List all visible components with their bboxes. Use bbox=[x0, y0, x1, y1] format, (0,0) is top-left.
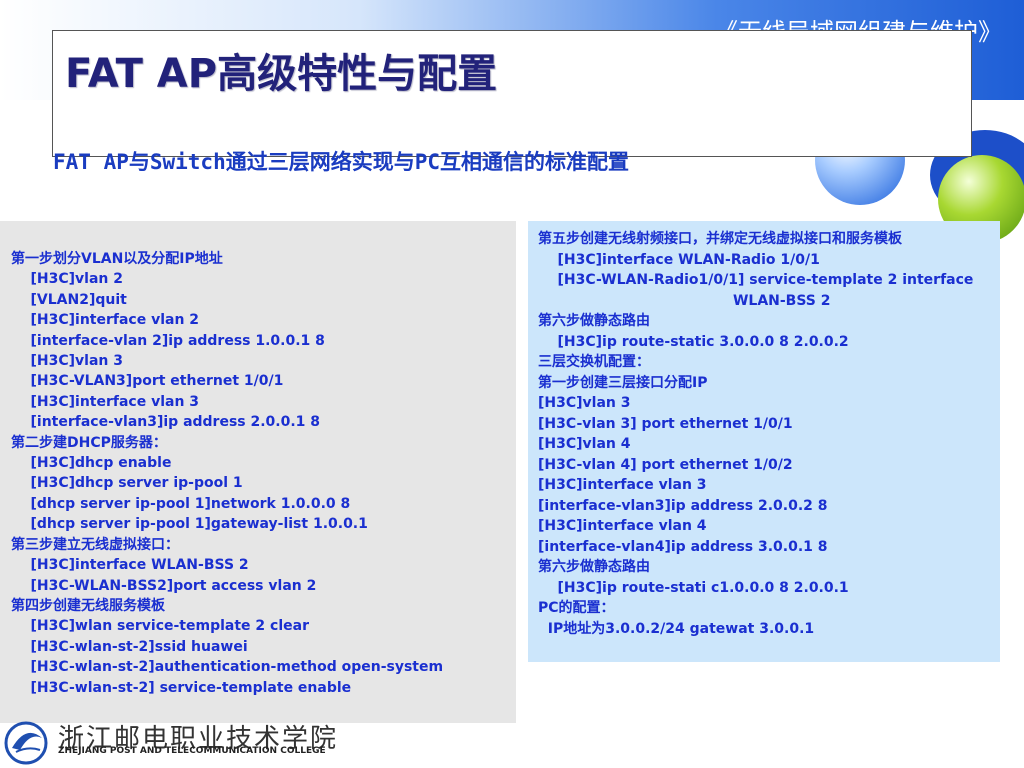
config-line: [H3C]vlan 3 bbox=[11, 353, 123, 370]
title-box: FAT AP高级特性与配置 bbox=[52, 30, 972, 157]
config-line: [H3C-WLAN-BSS2]port access vlan 2 bbox=[11, 577, 317, 594]
config-line: [H3C]interface WLAN-Radio 1/0/1 bbox=[538, 251, 820, 268]
config-line: [H3C]dhcp enable bbox=[11, 455, 172, 472]
config-line: [H3C-vlan 3] port ethernet 1/0/1 bbox=[538, 415, 793, 432]
config-line: [H3C]ip route-static 3.0.0.0 8 2.0.0.2 bbox=[538, 333, 849, 350]
config-line: [H3C-wlan-st-2]ssid huawei bbox=[11, 638, 248, 655]
college-name-en: ZHEJIANG POST AND TELECOMMUNICATION COLL… bbox=[58, 746, 326, 756]
config-line: [H3C]wlan service-template 2 clear bbox=[11, 618, 309, 635]
config-line: [H3C]vlan 3 bbox=[538, 395, 631, 411]
config-line: [H3C-wlan-st-2] service-template enable bbox=[11, 679, 352, 696]
config-line: 第五步创建无线射频接口，并绑定无线虚拟接口和服务模板 bbox=[538, 231, 902, 247]
config-line: [H3C-VLAN3]port ethernet 1/0/1 bbox=[11, 373, 284, 390]
config-line: 第一步创建三层接口分配IP bbox=[538, 374, 708, 391]
config-line: [H3C-WLAN-Radio1/0/1] service-template 2… bbox=[538, 272, 974, 288]
config-line: [dhcp server ip-pool 1]network 1.0.0.0 8 bbox=[11, 495, 351, 512]
config-line: IP地址为3.0.0.2/24 gatewat 3.0.0.1 bbox=[538, 620, 815, 637]
config-line: [H3C]dhcp server ip-pool 1 bbox=[11, 475, 243, 492]
config-line: WLAN-BSS 2 bbox=[538, 292, 831, 309]
config-line: 第二步建DHCP服务器： bbox=[11, 434, 167, 451]
slide-title: FAT AP高级特性与配置 bbox=[65, 51, 498, 97]
config-line: [interface-vlan 2]ip address 1.0.0.1 8 bbox=[11, 332, 325, 349]
config-line: [H3C]ip route-stati c1.0.0.0 8 2.0.0.1 bbox=[538, 579, 849, 596]
config-line: PC的配置： bbox=[538, 600, 615, 616]
config-line: [interface-vlan3]ip address 2.0.0.1 8 bbox=[11, 414, 321, 431]
left-config-panel: 第一步划分VLAN以及分配IP地址 [H3C]vlan 2 [VLAN2]qui… bbox=[0, 221, 516, 723]
config-line: [VLAN2]quit bbox=[11, 291, 127, 308]
config-line: 第三步建立无线虚拟接口： bbox=[11, 536, 179, 553]
config-line: [H3C]interface vlan 3 bbox=[11, 393, 200, 410]
config-line: [H3C]interface vlan 4 bbox=[538, 518, 707, 534]
config-line: 第一步划分VLAN以及分配IP地址 bbox=[11, 251, 223, 267]
config-line: [H3C]vlan 2 bbox=[11, 271, 123, 288]
config-line: [H3C]vlan 4 bbox=[538, 436, 631, 452]
config-line: [H3C]interface WLAN-BSS 2 bbox=[11, 557, 249, 574]
config-line: [H3C]interface vlan 3 bbox=[538, 477, 707, 493]
config-line: [dhcp server ip-pool 1]gateway-list 1.0.… bbox=[11, 516, 368, 533]
slide-subtitle: FAT AP与Switch通过三层网络实现与PC互相通信的标准配置 bbox=[53, 150, 630, 174]
config-line: 三层交换机配置： bbox=[538, 354, 650, 370]
config-line: 第四步创建无线服务模板 bbox=[11, 597, 165, 614]
config-line: 第六步做静态路由 bbox=[538, 313, 650, 329]
config-line: [H3C]interface vlan 2 bbox=[11, 312, 200, 329]
college-emblem-icon bbox=[4, 721, 48, 765]
right-config-panel: 第五步创建无线射频接口，并绑定无线虚拟接口和服务模板 [H3C]interfac… bbox=[528, 221, 1000, 662]
config-line: [interface-vlan3]ip address 2.0.0.2 8 bbox=[538, 497, 828, 514]
config-line: 第六步做静态路由 bbox=[538, 559, 650, 575]
config-line: [H3C-wlan-st-2]authentication-method ope… bbox=[11, 659, 444, 676]
config-line: [interface-vlan4]ip address 3.0.0.1 8 bbox=[538, 538, 828, 555]
config-line: [H3C-vlan 4] port ethernet 1/0/2 bbox=[538, 456, 793, 473]
